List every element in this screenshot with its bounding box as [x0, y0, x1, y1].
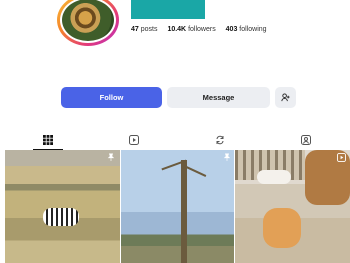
- followers-count: 10.4K: [167, 26, 187, 33]
- avatar-image: [60, 0, 116, 43]
- grid-icon: [43, 135, 53, 145]
- tab-tagged[interactable]: [263, 130, 349, 150]
- posts-grid: [5, 150, 350, 263]
- reel-badge-icon: [337, 153, 346, 162]
- following-label: following: [239, 26, 267, 33]
- posts-count: 47: [131, 26, 139, 33]
- post-thumbnail[interactable]: [235, 150, 350, 263]
- post-image-white-cat: [257, 170, 291, 184]
- pin-icon: [107, 153, 115, 161]
- post-image-zebra: [43, 208, 79, 226]
- add-user-icon: [281, 93, 290, 102]
- profile-tabs: [5, 130, 350, 150]
- reels-icon: [129, 135, 139, 145]
- tab-reels[interactable]: [91, 130, 177, 150]
- posts-stat[interactable]: 47 posts: [131, 26, 157, 33]
- profile-stats: 47 posts 10.4K followers 403 following: [131, 26, 267, 33]
- follow-button[interactable]: Follow: [61, 87, 162, 108]
- post-image-kitten: [263, 208, 301, 248]
- posts-label: posts: [140, 26, 158, 33]
- tagged-icon: [301, 135, 311, 145]
- message-button-label: Message: [202, 93, 235, 102]
- reposts-icon: [215, 135, 225, 145]
- profile-name-banner: [131, 0, 205, 19]
- suggested-users-button[interactable]: [275, 87, 296, 108]
- profile-avatar[interactable]: [57, 0, 119, 46]
- follow-button-label: Follow: [99, 93, 124, 102]
- followers-stat[interactable]: 10.4K followers: [167, 26, 215, 33]
- tab-reposts[interactable]: [177, 130, 263, 150]
- pin-icon: [223, 153, 231, 161]
- post-image-tree: [181, 160, 187, 263]
- post-thumbnail[interactable]: [121, 150, 234, 263]
- following-stat[interactable]: 403 following: [226, 26, 267, 33]
- following-count: 403: [225, 26, 238, 33]
- followers-label: followers: [188, 26, 216, 33]
- post-thumbnail[interactable]: [5, 150, 120, 263]
- tree-branch: [183, 165, 207, 177]
- tab-posts-grid[interactable]: [5, 130, 91, 150]
- message-button[interactable]: Message: [167, 87, 270, 108]
